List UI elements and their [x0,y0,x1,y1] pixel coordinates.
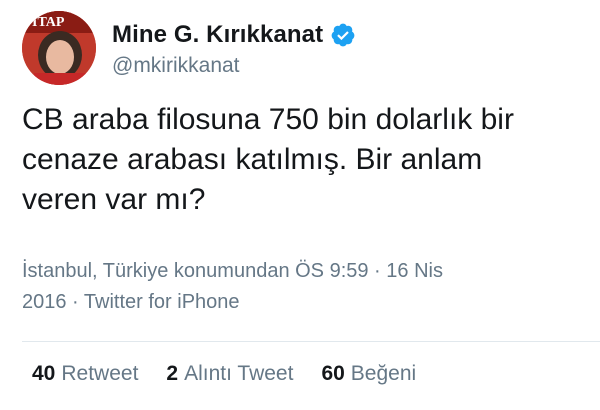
author-name-row: Mine G. Kırıkkanat [112,18,356,52]
retweets-count: 40 [32,362,56,385]
tweet-meta[interactable]: İstanbul, Türkiye konumundan ÖS 9:59 · 1… [22,256,522,318]
tweet-header: ITAP Mine G. Kırıkkanat @mkirikkanat [22,10,356,86]
likes-count: 60 [321,362,345,385]
quotes-stat[interactable]: 2 Alıntı Tweet [166,362,293,386]
retweets-stat[interactable]: 40 Retweet [32,362,138,386]
tweet-text: CB araba filosuna 750 bin dolarlık bir c… [22,103,514,216]
avatar[interactable]: ITAP [22,11,96,85]
tweet-stats: 40 Retweet 2 Alıntı Tweet 60 Beğeni [32,362,444,386]
avatar-badge-text: ITAP [32,15,65,30]
verified-badge-icon [330,22,356,48]
divider [22,341,600,342]
author-display-name[interactable]: Mine G. Kırıkkanat [112,21,323,49]
retweets-label: Retweet [61,362,139,385]
author-identity: Mine G. Kırıkkanat @mkirikkanat [112,18,356,78]
quotes-count: 2 [166,362,179,385]
author-handle[interactable]: @mkirikkanat [112,54,356,78]
likes-label: Beğeni [350,362,417,385]
likes-stat[interactable]: 60 Beğeni [321,362,416,386]
quotes-label: Alıntı Tweet [184,362,294,385]
avatar-image: ITAP [22,11,96,85]
tweet-card: ITAP Mine G. Kırıkkanat @mkirikkanat CB … [0,0,600,410]
